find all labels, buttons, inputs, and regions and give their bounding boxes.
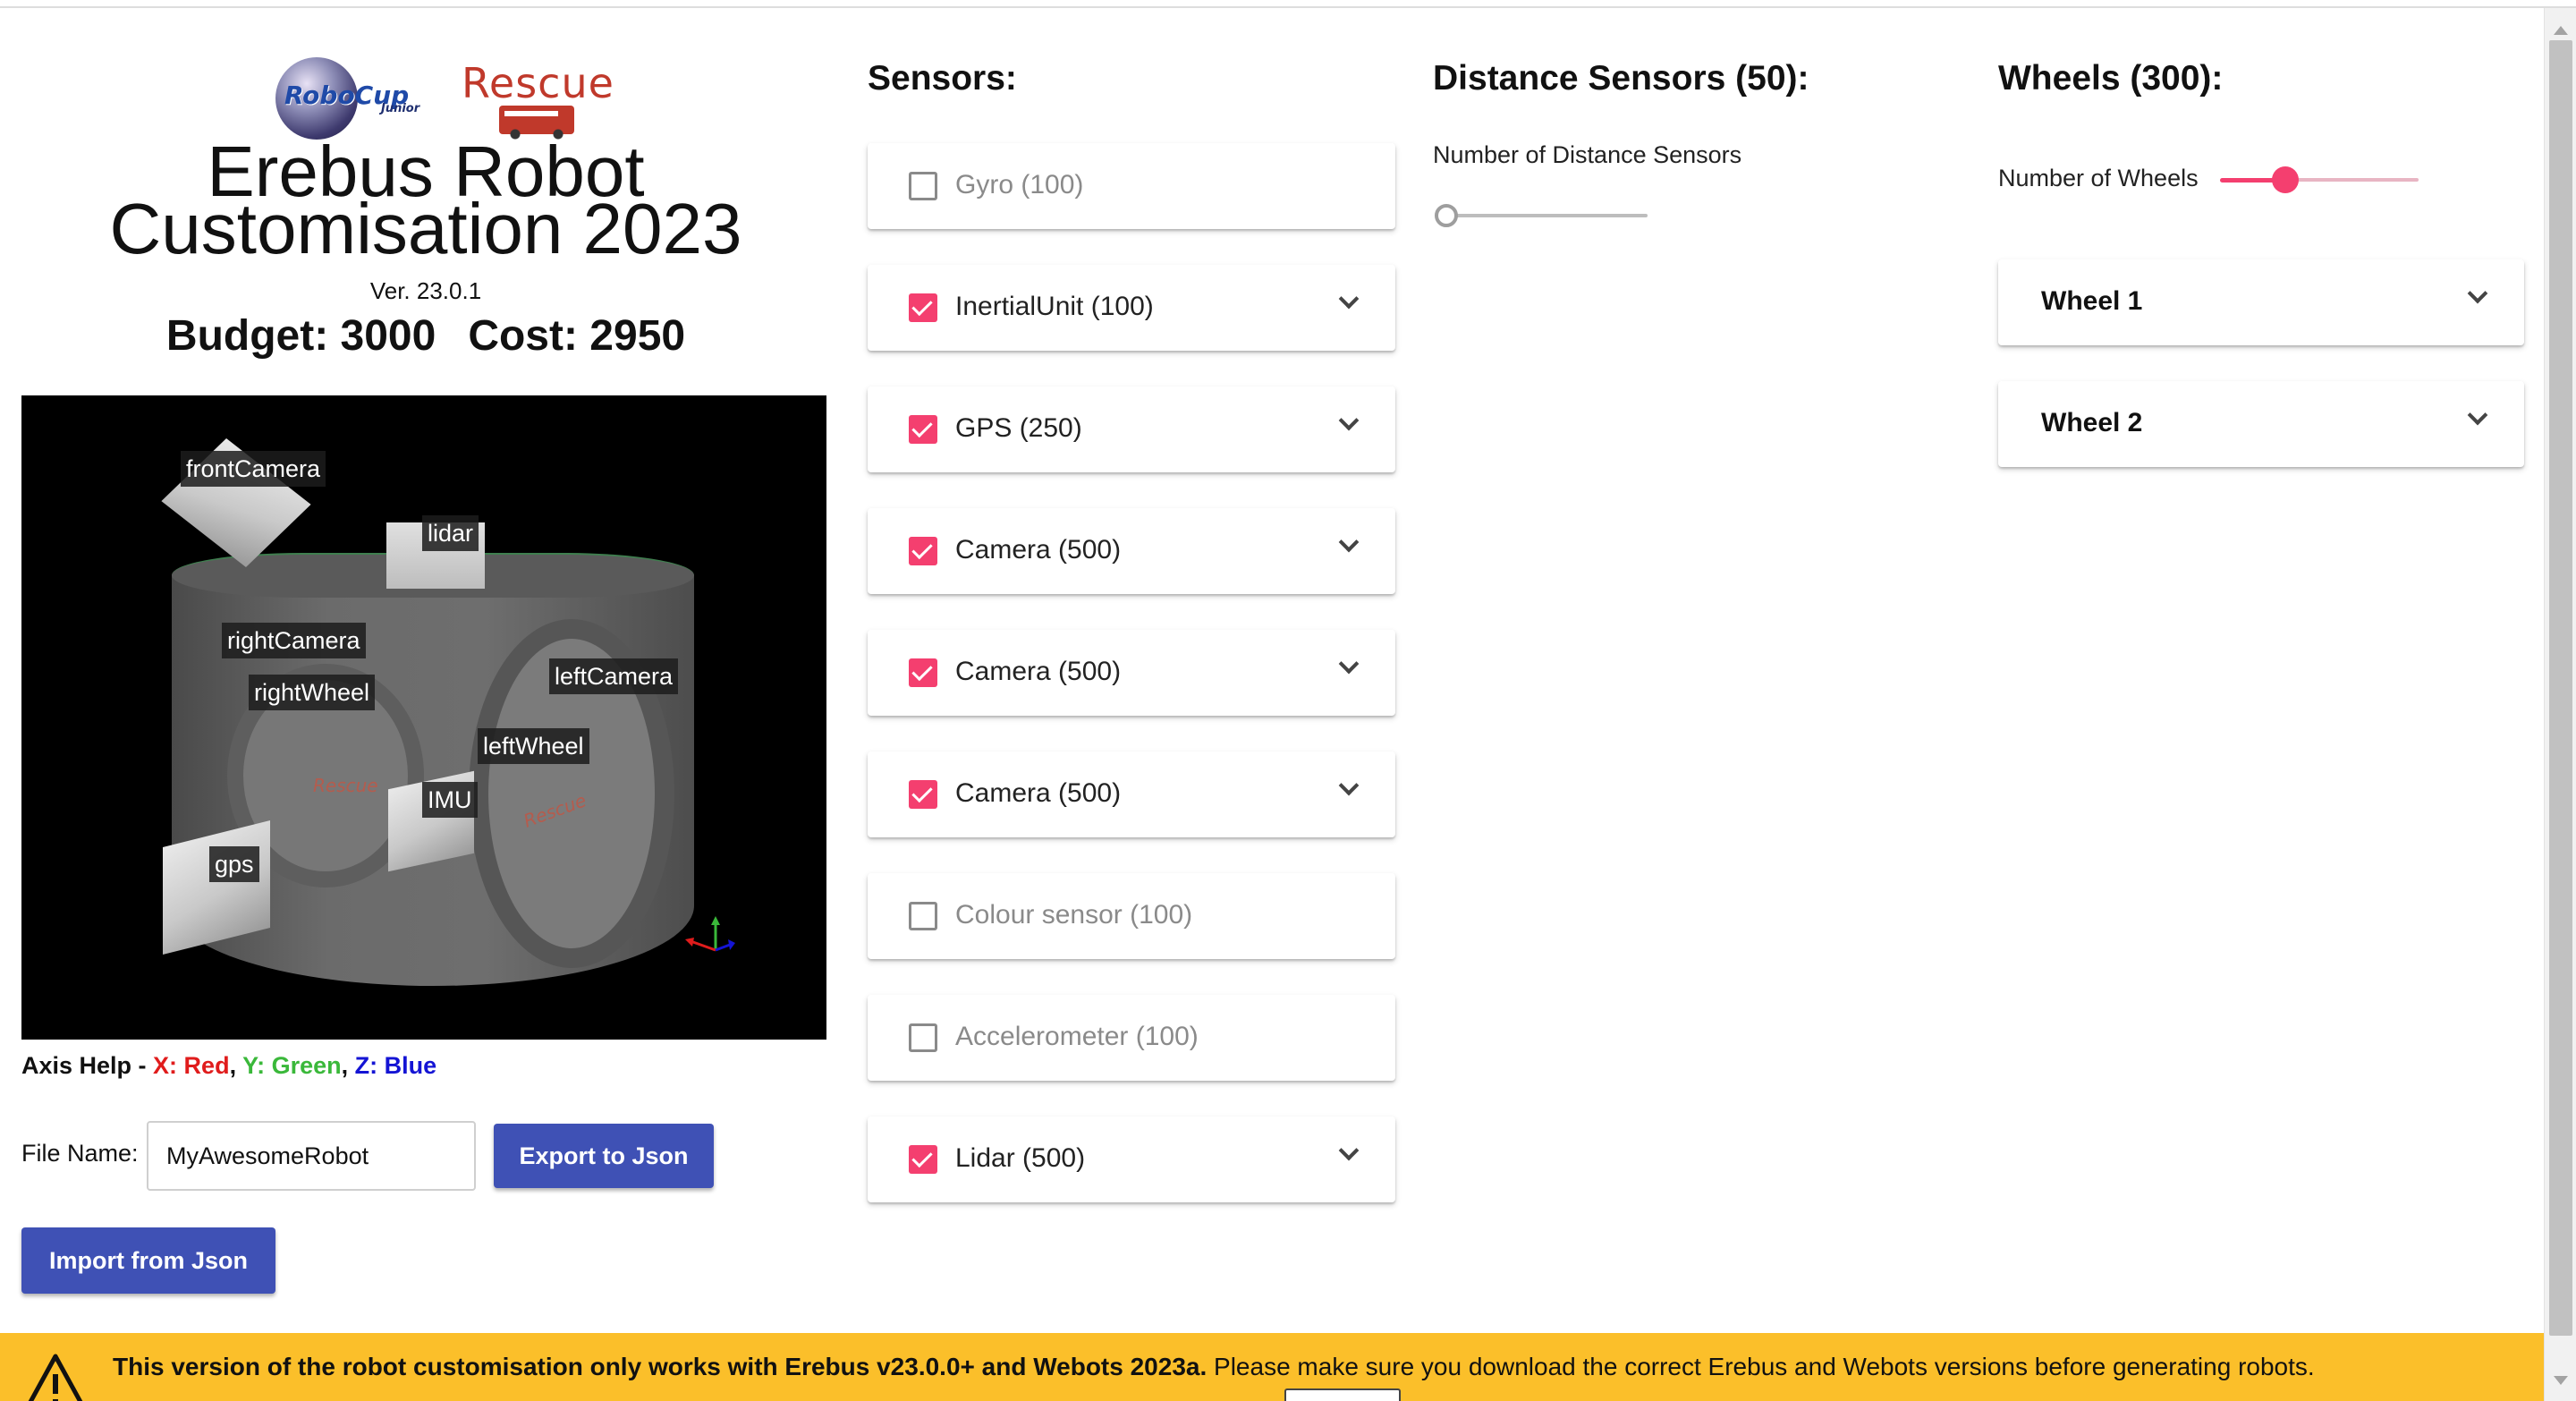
- sensor-card[interactable]: GPS (250): [868, 386, 1395, 472]
- chevron-down-icon[interactable]: [1338, 1140, 1360, 1161]
- sensor-card[interactable]: Camera (500): [868, 630, 1395, 716]
- import-json-button[interactable]: Import from Json: [21, 1227, 275, 1294]
- sensor-label: Gyro (100): [955, 170, 1084, 200]
- page-title: Erebus Robot Customisation 2023: [21, 136, 830, 268]
- wheel-logo: Rescue: [521, 789, 589, 832]
- distance-sensors-title: Distance Sensors (50):: [1433, 59, 1809, 98]
- sensor-label: GPS (250): [955, 413, 1082, 443]
- logo-rescue-text: Rescue: [462, 59, 614, 107]
- sensor-card[interactable]: Colour sensor (100): [868, 873, 1395, 959]
- chevron-down-icon[interactable]: [1338, 653, 1360, 675]
- viewer-label-left-wheel: leftWheel: [478, 728, 589, 764]
- scroll-up-arrow-icon[interactable]: [2554, 26, 2568, 35]
- robot-3d-viewer[interactable]: Rescue Rescue frontCamera lidar rightCam…: [21, 395, 826, 1040]
- file-name-input[interactable]: [147, 1121, 476, 1191]
- sensor-label: Camera (500): [955, 535, 1122, 565]
- scroll-thumb[interactable]: [2549, 40, 2572, 1336]
- sensor-card[interactable]: Lidar (500): [868, 1117, 1395, 1202]
- axis-help: Axis Help - X: Red, Y: Green, Z: Blue: [21, 1052, 436, 1080]
- version-warning-banner: This version of the robot customisation …: [0, 1333, 2544, 1401]
- sensor-card[interactable]: InertialUnit (100): [868, 265, 1395, 351]
- axis-help-sep: ,: [229, 1052, 243, 1079]
- wheel-card[interactable]: Wheel 1: [1998, 259, 2524, 345]
- sensor-label: Camera (500): [955, 778, 1122, 808]
- chevron-down-icon[interactable]: [1338, 288, 1360, 310]
- axes-gizmo-icon: [685, 916, 735, 952]
- version-text: Ver. 23.0.1: [369, 277, 482, 304]
- wheels-slider-thumb[interactable]: [2272, 166, 2299, 193]
- axis-help-sep: ,: [341, 1052, 355, 1079]
- chevron-down-icon[interactable]: [1338, 410, 1360, 431]
- warning-bold-text: This version of the robot customisation …: [113, 1353, 1208, 1380]
- wheel-card[interactable]: Wheel 2: [1998, 381, 2524, 467]
- chevron-down-icon[interactable]: [2467, 404, 2488, 426]
- cost-text: Cost: 2950: [468, 312, 686, 360]
- top-rule: [0, 0, 2576, 8]
- warning-text: This version of the robot customisation …: [113, 1353, 2315, 1381]
- chevron-down-icon[interactable]: [2467, 283, 2488, 304]
- logo-junior-text: Junior: [381, 102, 420, 115]
- sensor-label: Accelerometer (100): [955, 1022, 1199, 1051]
- axis-help-x: X: Red: [153, 1052, 230, 1079]
- budget-cost-line: Budget: 3000 Cost: 2950: [21, 311, 830, 361]
- robocup-rescue-logo: RoboCup Junior Rescue: [275, 54, 615, 140]
- file-name-label: File Name:: [21, 1140, 139, 1167]
- distance-sensors-slider-label: Number of Distance Sensors: [1433, 141, 1742, 168]
- checkbox-checked-icon[interactable]: [909, 537, 937, 565]
- sensor-card[interactable]: Camera (500): [868, 508, 1395, 594]
- axis-help-prefix: Axis Help -: [21, 1052, 154, 1079]
- sensor-card[interactable]: Accelerometer (100): [868, 995, 1395, 1081]
- axis-help-y: Y: Green: [242, 1052, 342, 1079]
- warning-rest-text: Please make sure you download the correc…: [1207, 1353, 2315, 1380]
- chevron-down-icon[interactable]: [1338, 775, 1360, 796]
- checkbox-checked-icon[interactable]: [909, 658, 937, 687]
- version-select[interactable]: [1284, 1388, 1401, 1401]
- sensor-label: Camera (500): [955, 657, 1122, 686]
- wheel-card-title: Wheel 1: [2041, 286, 2143, 316]
- viewer-label-gps: gps: [209, 846, 259, 882]
- checkbox-unchecked-icon[interactable]: [909, 172, 937, 200]
- budget-text: Budget: 3000: [165, 312, 436, 360]
- sensor-label: InertialUnit (100): [955, 292, 1154, 321]
- wheels-title: Wheels (300):: [1998, 59, 2224, 98]
- checkbox-checked-icon[interactable]: [909, 1145, 937, 1174]
- sensor-card[interactable]: Gyro (100): [868, 143, 1395, 229]
- viewer-label-front-camera: frontCamera: [181, 451, 326, 487]
- wheel-logo: Rescue: [313, 775, 378, 796]
- checkbox-unchecked-icon[interactable]: [909, 902, 937, 930]
- export-json-button[interactable]: Export to Json: [494, 1124, 714, 1188]
- wheels-slider-label: Number of Wheels: [1998, 165, 2199, 191]
- chevron-down-icon[interactable]: [1338, 531, 1360, 553]
- viewer-label-right-camera: rightCamera: [222, 623, 366, 658]
- distance-sensors-slider-track[interactable]: [1447, 214, 1648, 217]
- wheels-slider-track[interactable]: [2286, 178, 2419, 182]
- checkbox-unchecked-icon[interactable]: [909, 1023, 937, 1052]
- viewer-label-lidar: lidar: [422, 515, 479, 551]
- viewer-label-left-camera: leftCamera: [549, 658, 679, 694]
- checkbox-checked-icon[interactable]: [909, 293, 937, 322]
- distance-sensors-slider-thumb[interactable]: [1435, 204, 1458, 227]
- sensor-card[interactable]: Camera (500): [868, 751, 1395, 837]
- sensor-label: Lidar (500): [955, 1143, 1086, 1173]
- scroll-down-arrow-icon[interactable]: [2554, 1376, 2568, 1385]
- fire-truck-icon: [499, 106, 574, 140]
- checkbox-checked-icon[interactable]: [909, 780, 937, 809]
- viewer-label-right-wheel: rightWheel: [249, 675, 376, 710]
- viewer-label-imu: IMU: [422, 782, 478, 818]
- sensors-title: Sensors:: [868, 59, 1017, 98]
- checkbox-checked-icon[interactable]: [909, 415, 937, 444]
- page-scrollbar[interactable]: [2544, 8, 2576, 1401]
- sensor-label: Colour sensor (100): [955, 900, 1193, 930]
- axis-help-z: Z: Blue: [354, 1052, 437, 1079]
- warning-icon: [28, 1354, 83, 1401]
- title-line-2: Customisation 2023: [109, 189, 742, 268]
- wheel-card-title: Wheel 2: [2041, 408, 2143, 437]
